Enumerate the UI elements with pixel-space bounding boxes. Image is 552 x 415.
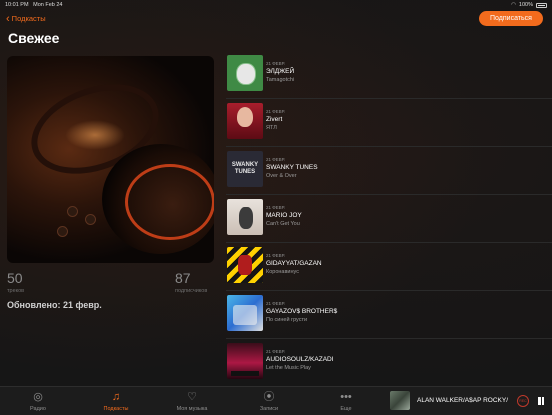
episode-artist: SWANKY TUNES [266, 164, 318, 171]
cover-knob [67, 206, 78, 217]
heart-icon: ♡ [187, 391, 197, 403]
tab-label: Моя музыка [176, 406, 208, 412]
now-playing-artwork [390, 391, 410, 410]
episode-cover [227, 343, 263, 379]
episode-row[interactable]: 21 ФЕВР. MARIO JOY Can't Get You [222, 194, 552, 242]
episode-cover [227, 199, 263, 235]
more-icon: ••• [340, 391, 352, 403]
subscribers-count: 87 [175, 270, 191, 286]
tab-recordings[interactable]: ⦿ Записи [241, 387, 297, 415]
status-right: ◠ 100% [511, 2, 547, 8]
episode-track: Can't Get You [266, 221, 300, 227]
episode-date: 21 ФЕВР. [266, 61, 286, 66]
cover-knob [57, 226, 68, 237]
episode-artist: MARIO JOY [266, 212, 302, 219]
episode-track: ЯТЛ [266, 125, 277, 131]
tab-my-music[interactable]: ♡ Моя музыка [164, 387, 220, 415]
tab-radio[interactable]: ◎ Радио [10, 387, 66, 415]
episode-row[interactable]: 21 ФЕВР. Zivert ЯТЛ [222, 98, 552, 146]
cover-platter-ring [125, 164, 214, 240]
row-divider [226, 146, 552, 147]
tab-label: Еще [340, 406, 352, 412]
subscribers-label: подписчиков [175, 288, 208, 294]
radio-icon: ◎ [33, 391, 43, 403]
episode-row[interactable]: SWANKY TUNES 21 ФЕВР. SWANKY TUNES Over … [222, 146, 552, 194]
updated-date: Обновлено: 21 февр. [7, 300, 102, 310]
episode-date: 21 ФЕВР. [266, 157, 286, 162]
episode-row[interactable]: 21 ФЕВР. AUDIOSOULZ/KAZADI Let the Music… [222, 338, 552, 386]
tab-label: Подкасты [103, 406, 129, 412]
now-playing-bar[interactable]: ALAN WALKER/A$AP ROCKY/ REC [390, 391, 552, 411]
episode-date: 21 ФЕВР. [266, 205, 286, 210]
episode-artist: GAYAZOV$ BROTHER$ [266, 308, 338, 315]
episode-date: 21 ФЕВР. [266, 253, 286, 258]
tracks-label: треков [7, 288, 25, 294]
row-divider [226, 290, 552, 291]
podcast-icon: ♫ [111, 391, 121, 403]
episode-date: 21 ФЕВР. [266, 349, 286, 354]
subscribe-button[interactable]: Подписаться [479, 11, 543, 26]
episode-date: 21 ФЕВР. [266, 301, 286, 306]
episode-date: 21 ФЕВР. [266, 109, 286, 114]
cover-light-glow [65, 120, 125, 150]
wifi-icon: ◠ [511, 2, 516, 8]
pause-icon[interactable] [537, 397, 545, 405]
episode-row[interactable]: 21 ФЕВР. GIDAYYAT/GAZAN Коронавинус [222, 242, 552, 290]
now-playing-title: ALAN WALKER/A$AP ROCKY/ [417, 397, 509, 404]
episode-cover [227, 247, 263, 283]
battery-percent: 100% [518, 2, 533, 8]
battery-icon [536, 2, 547, 8]
episode-cover [227, 295, 263, 331]
episode-cover: SWANKY TUNES [227, 151, 263, 187]
episode-cover [227, 55, 263, 91]
episode-artist: Zivert [266, 116, 283, 123]
row-divider [226, 194, 552, 195]
record-button[interactable]: REC [517, 395, 529, 407]
episode-artist: AUDIOSOULZ/KAZADI [266, 356, 334, 363]
chevron-left-icon: ‹ [6, 12, 10, 25]
back-label: Подкасты [11, 14, 46, 23]
episode-artist: ЭЛДЖЕЙ [266, 68, 295, 75]
podcast-cover-image [7, 56, 214, 263]
status-bar: 10:01 PM Mon Feb 24 ◠ 100% [0, 0, 552, 10]
tab-podcasts[interactable]: ♫ Подкасты [88, 387, 144, 415]
episode-track: Over & Over [266, 173, 297, 179]
episode-row[interactable]: 21 ФЕВР. GAYAZOV$ BROTHER$ По синей грус… [222, 290, 552, 338]
back-button[interactable]: ‹ Подкасты [6, 12, 46, 25]
tab-more[interactable]: ••• Еще [318, 387, 374, 415]
record-icon: ⦿ [263, 391, 275, 403]
tracks-count: 50 [7, 270, 23, 286]
episode-track: Tamagotchi [266, 77, 295, 83]
row-divider [226, 98, 552, 99]
tab-label: Радио [30, 406, 46, 412]
cover-knob [85, 214, 96, 225]
episode-track: Let the Music Play [266, 365, 311, 371]
row-divider [226, 242, 552, 243]
episode-row[interactable]: 21 ФЕВР. ЭЛДЖЕЙ Tamagotchi [222, 50, 552, 98]
episode-cover [227, 103, 263, 139]
episode-artist: GIDAYYAT/GAZAN [266, 260, 322, 267]
page-title: Свежее [8, 30, 60, 46]
episode-track: Коронавинус [266, 269, 299, 275]
tab-label: Записи [259, 406, 279, 412]
episode-track: По синей грусти [266, 317, 308, 323]
row-divider [226, 338, 552, 339]
status-time: 10:01 PM Mon Feb 24 [5, 2, 63, 8]
